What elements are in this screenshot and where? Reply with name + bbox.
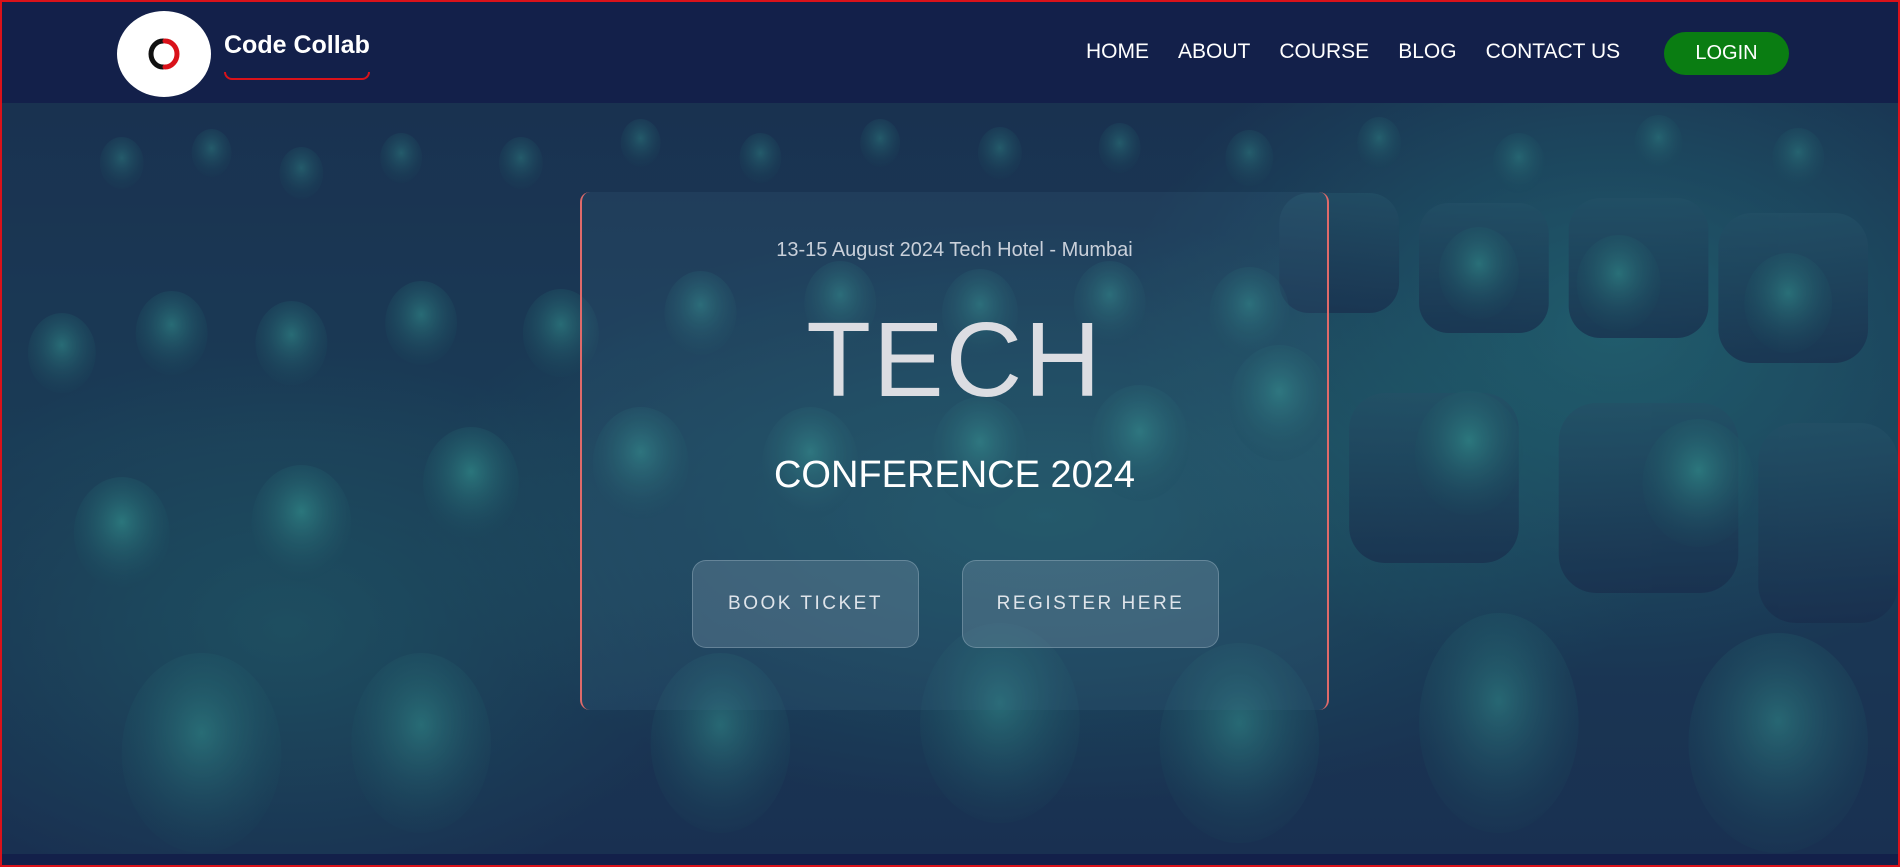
nav-link-contact[interactable]: CONTACT US [1486, 40, 1621, 64]
page-frame: Code Collab HOME ABOUT COURSE BLOG CONTA… [0, 0, 1900, 867]
event-card: 13-15 August 2024 Tech Hotel - Mumbai TE… [580, 192, 1329, 710]
navbar: Code Collab HOME ABOUT COURSE BLOG CONTA… [2, 2, 1898, 103]
event-subtitle: CONFERENCE 2024 [773, 454, 1136, 496]
register-button[interactable]: REGISTER HERE [962, 560, 1219, 648]
logo[interactable] [117, 11, 211, 97]
event-date-location: 13-15 August 2024 Tech Hotel - Mumbai [776, 239, 1133, 261]
login-button[interactable]: LOGIN [1664, 32, 1789, 75]
nav-link-course[interactable]: COURSE [1279, 40, 1369, 64]
brand-underline [224, 72, 370, 80]
book-ticket-button[interactable]: BOOK TICKET [692, 560, 919, 648]
event-title: TECH [806, 301, 1103, 419]
nav-links: HOME ABOUT COURSE BLOG CONTACT US [1086, 40, 1649, 64]
brand-name[interactable]: Code Collab [224, 31, 370, 60]
nav-link-about[interactable]: ABOUT [1178, 40, 1250, 64]
nav-link-blog[interactable]: BLOG [1398, 40, 1456, 64]
bottom-bar [2, 854, 1898, 865]
nav-link-home[interactable]: HOME [1086, 40, 1149, 64]
double-c-logo-icon [148, 38, 180, 70]
